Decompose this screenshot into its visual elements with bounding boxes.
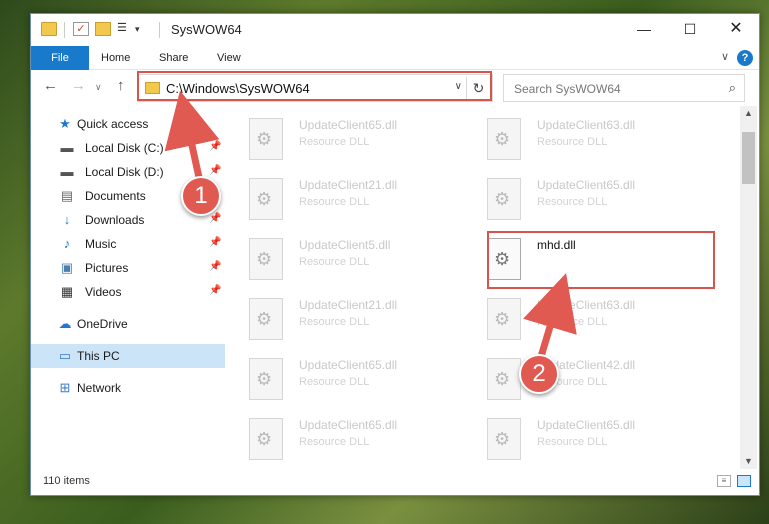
arrow-to-address-bar	[164, 90, 220, 183]
step-1-badge: 1	[181, 176, 221, 216]
annotation-arrows	[164, 90, 577, 362]
arrow-to-mhd-file	[523, 273, 577, 362]
step-2-badge: 2	[519, 354, 559, 394]
